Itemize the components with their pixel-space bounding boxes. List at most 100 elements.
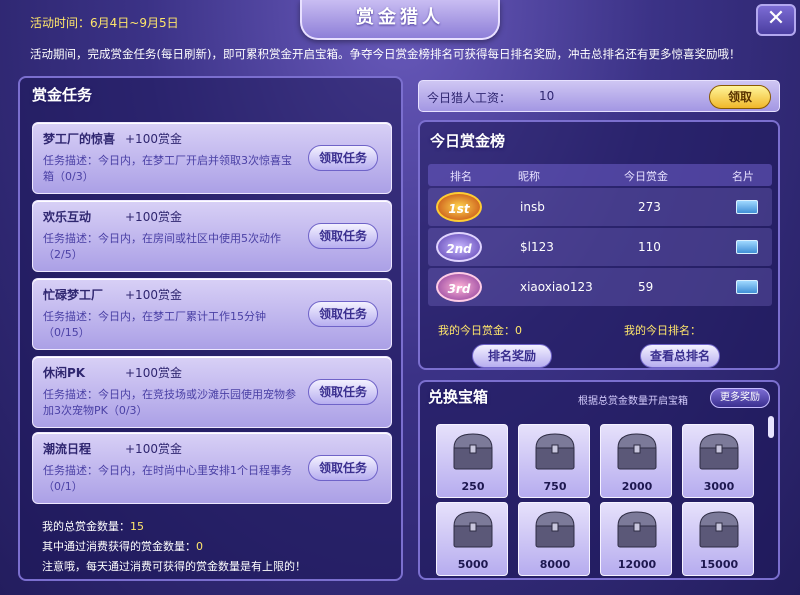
chest-section-title: 兑换宝箱: [428, 388, 489, 406]
chest-cost: 3000: [703, 480, 735, 493]
my-rank-label: 我的今日排名：: [624, 324, 701, 337]
chest-cost: 250: [461, 480, 485, 493]
view-total-rank-button[interactable]: 查看总排名: [640, 344, 720, 368]
accept-task-button[interactable]: 领取任务: [308, 379, 378, 405]
close-button[interactable]: ✕: [756, 4, 796, 36]
treasure-chest-icon: [617, 511, 657, 548]
consume-bounty: 其中通过消费获得的赏金数量：0: [42, 538, 203, 554]
chest-scrollbar[interactable]: [768, 416, 774, 438]
chest-slot[interactable]: 750: [518, 424, 590, 498]
rank-reward-button[interactable]: 排名奖励: [472, 344, 552, 368]
treasure-chest-icon: [535, 433, 575, 470]
consume-bounty-value: 0: [196, 540, 203, 553]
task-card: 休闲PK +100赏金 任务描述：今日内，在竞技场或沙滩乐园使用宠物参加3次宠物…: [32, 356, 392, 428]
chest-slot[interactable]: 5000: [436, 502, 508, 576]
total-bounty-label: 我的总赏金数量：: [42, 520, 130, 533]
task-name: 潮流日程: [43, 442, 92, 456]
rank-name: $l123: [520, 240, 554, 254]
task-description: 任务描述：今日内，在梦工厂累计工作15分钟（0/15）: [43, 310, 266, 339]
leaderboard-row: 2nd $l123 110: [428, 228, 772, 266]
task-name: 休闲PK: [43, 366, 86, 380]
chest-slot[interactable]: 3000: [682, 424, 754, 498]
col-nickname: 昵称: [518, 170, 540, 183]
rank-badge-icon: 1st: [436, 192, 482, 222]
rank-name: insb: [520, 200, 545, 214]
chest-slot[interactable]: 12000: [600, 502, 672, 576]
rank-score: 59: [638, 280, 654, 294]
my-score-value: 0: [515, 324, 522, 337]
chest-cost: 5000: [457, 558, 489, 571]
wage-value: 10: [539, 89, 555, 103]
rank-score: 273: [638, 200, 661, 214]
leaderboard-title: 今日赏金榜: [430, 132, 506, 150]
chest-cost: 750: [543, 480, 567, 493]
total-bounty: 我的总赏金数量：15: [42, 518, 144, 534]
col-rank: 排名: [450, 170, 472, 183]
limit-note: 注意哦，每天通过消费可获得的赏金数量是有上限的！: [42, 560, 306, 573]
leaderboard-row: 3rd xiaoxiao123 59: [428, 268, 772, 306]
rank-name: xiaoxiao123: [520, 280, 593, 294]
page-title: 赏金猎人: [300, 0, 500, 40]
chest-slot[interactable]: 250: [436, 424, 508, 498]
leaderboard-row: 1st insb 273: [428, 188, 772, 226]
leaderboard-header: 排名 昵称 今日赏金 名片: [428, 164, 772, 186]
consume-bounty-label: 其中通过消费获得的赏金数量：: [42, 540, 196, 553]
chest-slot[interactable]: 2000: [600, 424, 672, 498]
chest-hint: 根据总赏金数量开启宝箱: [578, 396, 688, 407]
task-panel: 赏金任务 梦工厂的惊喜 +100赏金 任务描述：今日内，在梦工厂开启并领取3次惊…: [18, 76, 403, 581]
task-name: 梦工厂的惊喜: [43, 132, 116, 146]
treasure-chest-icon: [617, 433, 657, 470]
task-description: 任务描述：今日内，在梦工厂开启并领取3次惊喜宝箱（0/3）: [43, 154, 292, 183]
task-reward: +100赏金: [125, 442, 182, 456]
col-card: 名片: [732, 170, 754, 183]
task-description: 任务描述：今日内，在竞技场或沙滩乐园使用宠物参加3次宠物PK（0/3）: [43, 388, 296, 417]
rank-score: 110: [638, 240, 661, 254]
accept-task-button[interactable]: 领取任务: [308, 301, 378, 327]
my-score-label: 我的今日赏金：: [438, 324, 515, 337]
name-card-icon[interactable]: [736, 200, 758, 214]
task-reward: +100赏金: [125, 210, 182, 224]
accept-task-button[interactable]: 领取任务: [308, 455, 378, 481]
treasure-chest-icon: [453, 433, 493, 470]
wage-label: 今日猎人工资：: [427, 91, 512, 105]
total-bounty-value: 15: [130, 520, 144, 533]
event-time: 活动时间：6月4日~9月5日: [30, 16, 179, 30]
chest-cost: 8000: [539, 558, 571, 571]
event-time-label: 活动时间: [30, 16, 79, 30]
leaderboard-panel: 今日赏金榜 排名 昵称 今日赏金 名片 1st insb 273 2nd $l1…: [418, 120, 780, 370]
chest-panel: 兑换宝箱 根据总赏金数量开启宝箱 更多奖励 250 750 2000 3000 …: [418, 380, 780, 580]
treasure-chest-icon: [699, 511, 739, 548]
name-card-icon[interactable]: [736, 280, 758, 294]
task-card: 忙碌梦工厂 +100赏金 任务描述：今日内，在梦工厂累计工作15分钟（0/15）…: [32, 278, 392, 350]
accept-task-button[interactable]: 领取任务: [308, 223, 378, 249]
event-description: 活动期间，完成赏金任务(每日刷新)，即可累积赏金开启宝箱。争夺今日赏金榜排名可获…: [30, 47, 741, 61]
top-bar: 活动时间：6月4日~9月5日 赏金猎人 ✕: [0, 0, 800, 42]
name-card-icon[interactable]: [736, 240, 758, 254]
chest-slot[interactable]: 15000: [682, 502, 754, 576]
task-section-title: 赏金任务: [32, 86, 93, 104]
task-name: 忙碌梦工厂: [43, 288, 104, 302]
task-card: 梦工厂的惊喜 +100赏金 任务描述：今日内，在梦工厂开启并领取3次惊喜宝箱（0…: [32, 122, 392, 194]
task-card: 潮流日程 +100赏金 任务描述：今日内，在时尚中心里安排1个日程事务（0/1）…: [32, 432, 392, 504]
event-time-value: 6月4日~9月5日: [90, 16, 179, 30]
treasure-chest-icon: [535, 511, 575, 548]
col-score: 今日赏金: [624, 170, 668, 183]
claim-wage-button[interactable]: 领取: [709, 85, 771, 109]
treasure-chest-icon: [453, 511, 493, 548]
my-today-rank: 我的今日排名：: [624, 322, 701, 338]
chest-cost: 12000: [617, 558, 657, 571]
rank-badge-icon: 2nd: [436, 232, 482, 262]
rank-badge-icon: 3rd: [436, 272, 482, 302]
chest-slot[interactable]: 8000: [518, 502, 590, 576]
task-description: 任务描述：今日内，在时尚中心里安排1个日程事务（0/1）: [43, 464, 292, 493]
task-card: 欢乐互动 +100赏金 任务描述：今日内，在房间或社区中使用5次动作（2/5） …: [32, 200, 392, 272]
wage-bar: 今日猎人工资： 10 领取: [418, 80, 780, 112]
more-rewards-button[interactable]: 更多奖励: [710, 388, 770, 408]
task-name: 欢乐互动: [43, 210, 92, 224]
accept-task-button[interactable]: 领取任务: [308, 145, 378, 171]
chest-cost: 15000: [699, 558, 739, 571]
task-reward: +100赏金: [125, 288, 182, 302]
treasure-chest-icon: [699, 433, 739, 470]
task-description: 任务描述：今日内，在房间或社区中使用5次动作（2/5）: [43, 232, 281, 261]
task-reward: +100赏金: [125, 366, 182, 380]
